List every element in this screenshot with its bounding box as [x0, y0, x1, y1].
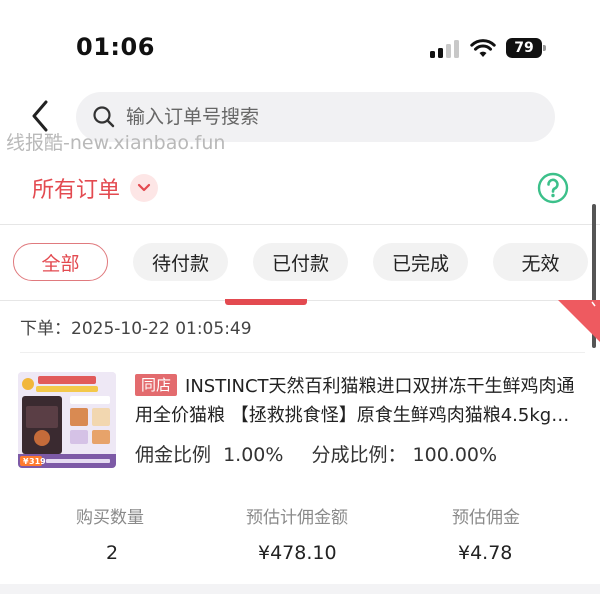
corner-ribbon: [558, 300, 600, 342]
header-divider: [0, 224, 600, 225]
product-title: INSTINCT天然百利猫粮进口双拼冻干生鲜鸡肉通用全价猫粮 【拯救挑食怪】原食…: [135, 376, 575, 426]
battery-icon: 79: [506, 38, 546, 58]
commission-ratio-label: 佣金比例: [135, 444, 212, 466]
watermark-text: 线报酷-new.xianbao.fun: [6, 132, 226, 154]
estimated-commission-amount-label: 预估计佣金额: [246, 508, 348, 528]
order-time-value: 2025-10-22 01:05:49: [71, 319, 252, 339]
product-image-art: ¥ 319: [18, 372, 116, 468]
commission-ratio-value: 1.00%: [223, 444, 284, 466]
order-filter-label: 所有订单: [32, 178, 121, 203]
tab-all[interactable]: 全部: [13, 243, 108, 281]
quantity-value: 2: [106, 542, 119, 564]
order-time-label: 下单：: [20, 319, 71, 339]
chevron-down-icon: [130, 174, 159, 202]
search-icon: [93, 106, 115, 128]
product-image[interactable]: ¥ 319: [18, 372, 116, 468]
thumb-price: 319: [29, 457, 46, 466]
card-separator: [0, 584, 600, 594]
store-badge: 同店: [135, 374, 178, 396]
product-info[interactable]: 同店 INSTINCT天然百利猫粮进口双拼冻干生鲜鸡肉通用全价猫粮 【拯救挑食怪】…: [135, 372, 575, 430]
estimated-commission-amount-value: ¥478.10: [258, 542, 337, 564]
estimated-commission-label: 预估佣金: [452, 508, 520, 528]
help-icon[interactable]: [537, 172, 569, 204]
estimated-commission-value: ¥4.78: [458, 542, 513, 564]
share-ratio-value: 100.00%: [412, 444, 498, 466]
card-divider: [20, 352, 585, 353]
tab-invalid[interactable]: 无效: [493, 243, 588, 281]
order-filter-dropdown[interactable]: 所有订单: [32, 170, 159, 206]
wifi-icon: [470, 39, 496, 57]
tab-pending-payment[interactable]: 待付款: [133, 243, 228, 281]
status-bar: 01:06 79: [0, 0, 600, 90]
share-ratio-label: 分成比例：: [311, 444, 407, 466]
order-time: 下单：2025-10-22 01:05:49: [20, 314, 252, 339]
tab-completed[interactable]: 已完成: [373, 243, 468, 281]
status-time: 01:06: [76, 33, 155, 61]
battery-level: 79: [506, 38, 542, 58]
ratio-row: 佣金比例 1.00% 分成比例： 100.00%: [135, 440, 497, 467]
cellular-signal-icon: [430, 40, 460, 58]
card-accent-bar: [225, 299, 307, 305]
tab-paid[interactable]: 已付款: [253, 243, 348, 281]
quantity-label: 购买数量: [76, 508, 144, 528]
